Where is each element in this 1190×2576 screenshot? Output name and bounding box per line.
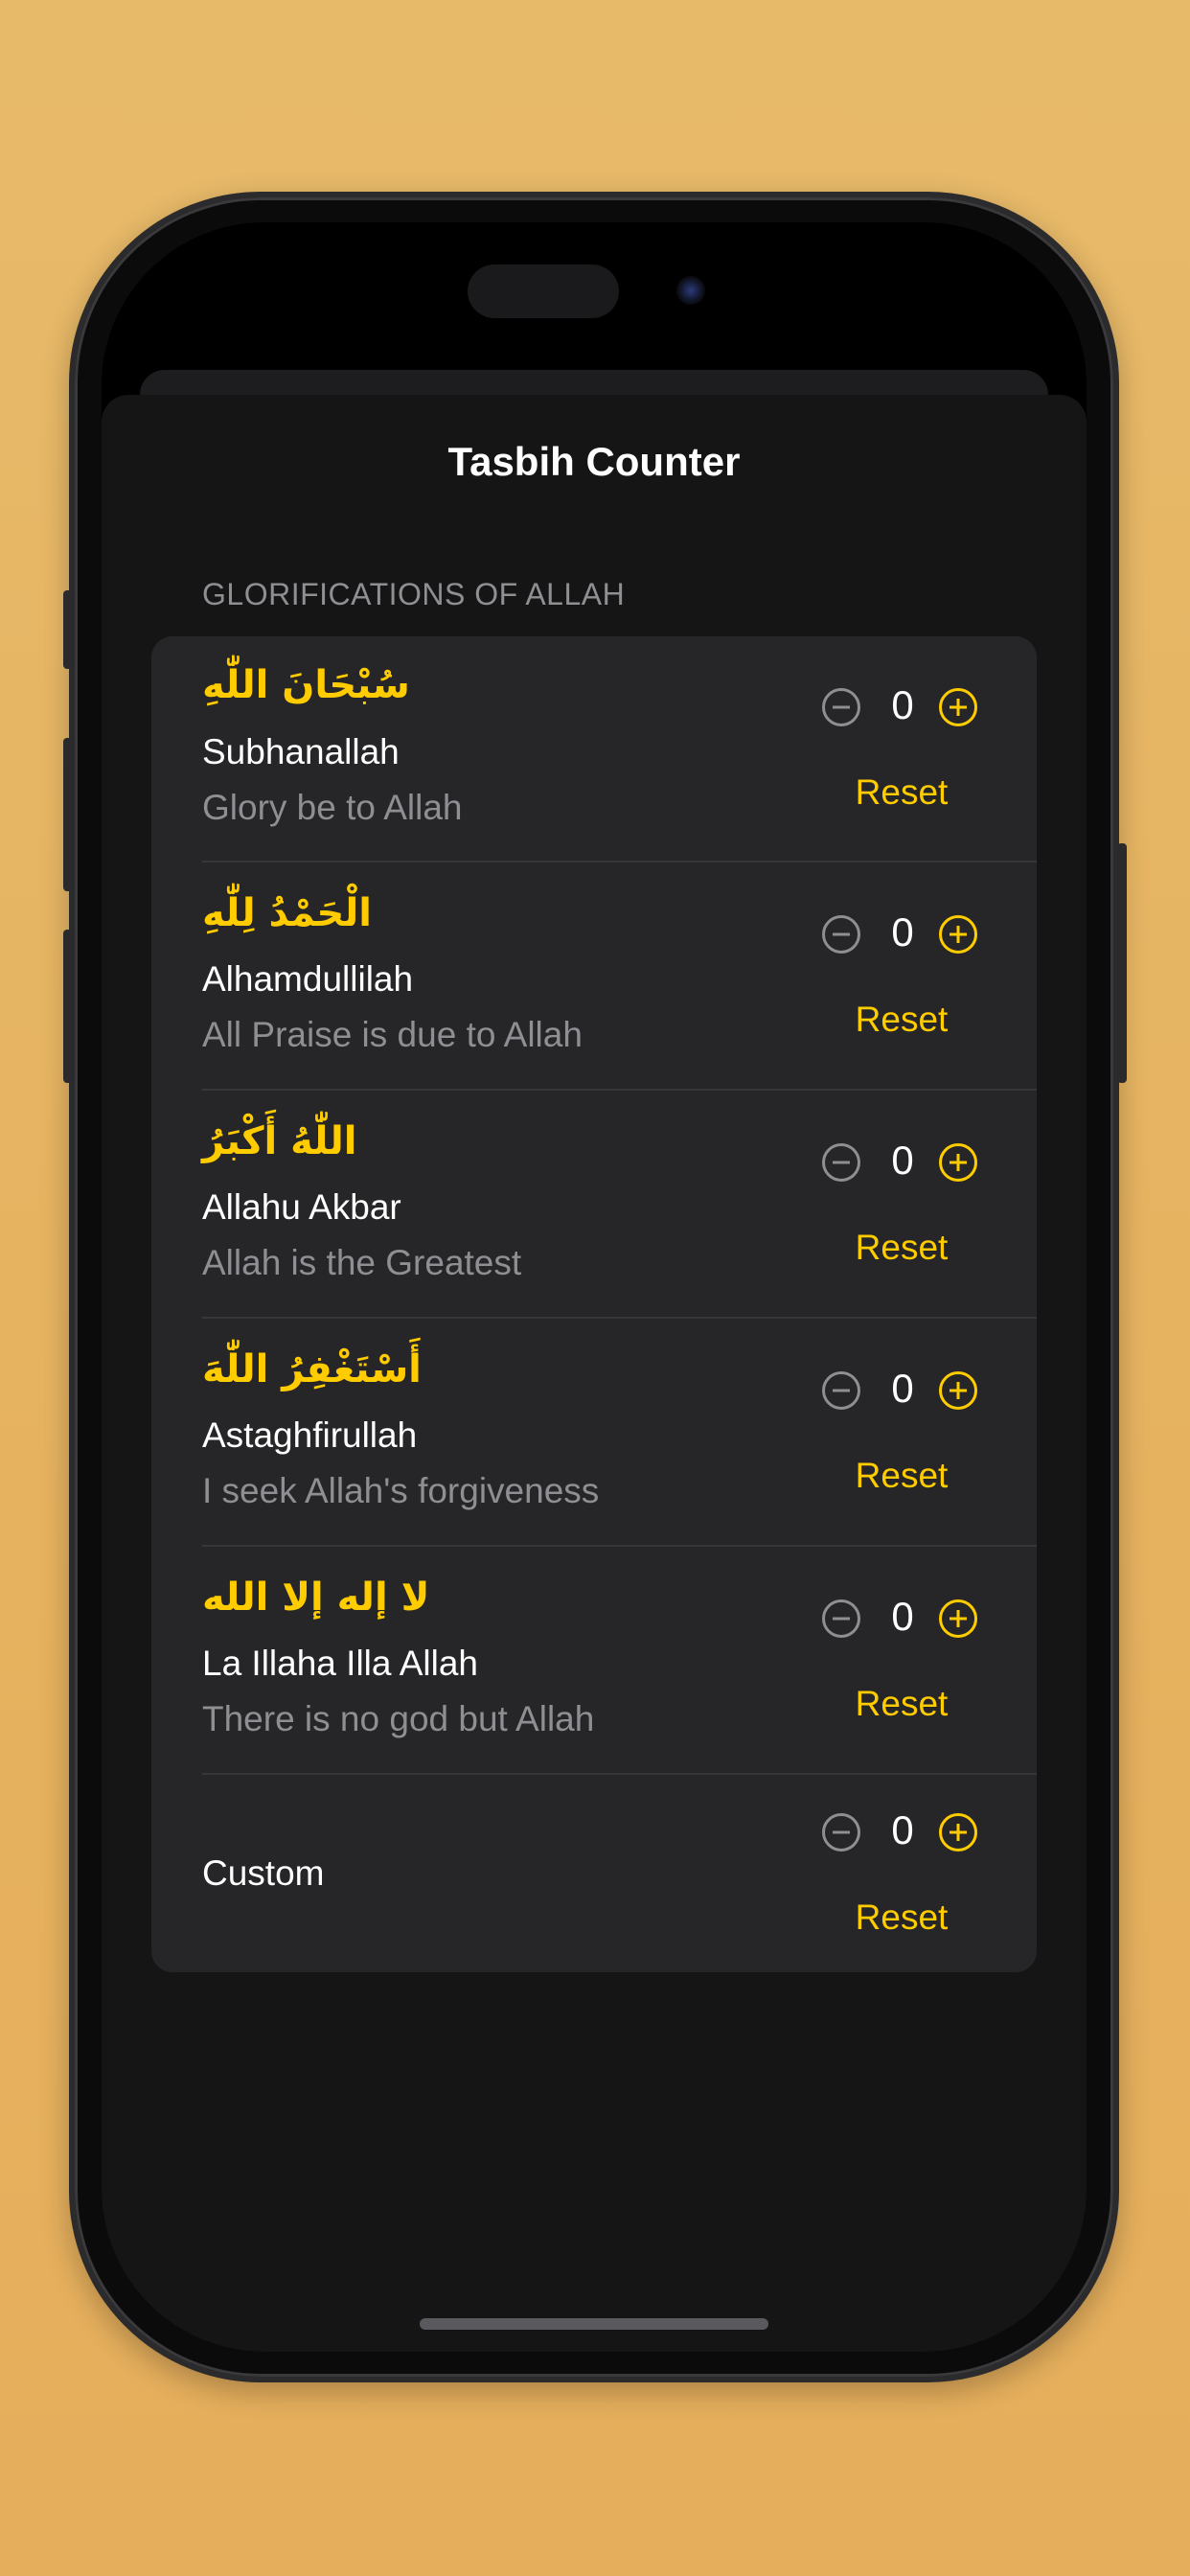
count-value: 0 [891, 1807, 914, 1852]
counter: 0 [822, 682, 995, 734]
counter: 0 [822, 1807, 995, 1859]
plus-circle-icon[interactable] [939, 1599, 977, 1638]
plus-circle-icon[interactable] [939, 688, 977, 726]
reset-button[interactable]: Reset [822, 1898, 981, 1938]
page-title: Tasbih Counter [447, 439, 741, 484]
dhikr-list: سُبْحَانَ اللّٰهِ Subhanallah Glory be t… [151, 636, 1037, 1972]
arabic-text: سُبْحَانَ اللّٰهِ [202, 663, 410, 707]
count-value: 0 [891, 909, 914, 954]
count-value: 0 [891, 682, 914, 727]
camera-icon [676, 276, 705, 305]
dhikr-name: Alhamdullilah [202, 959, 414, 999]
dynamic-island [468, 264, 619, 318]
counter: 0 [822, 1366, 995, 1417]
arabic-text: أَسْتَغْفِرُ اللّٰهَ [202, 1347, 422, 1392]
plus-circle-icon[interactable] [939, 915, 977, 954]
custom-item: Custom 0 Reset [151, 1775, 1037, 1972]
side-button-silent [63, 590, 73, 669]
side-button-volume-up [63, 738, 73, 891]
dhikr-meaning: Glory be to Allah [202, 788, 463, 827]
minus-circle-icon[interactable] [822, 915, 860, 954]
arabic-text: الْحَمْدُ لِلّٰهِ [202, 891, 373, 935]
screen: Tasbih Counter GLORIFICATIONS OF ALLAH س… [102, 222, 1087, 2352]
home-indicator[interactable] [420, 2318, 768, 2330]
counter: 0 [822, 1594, 995, 1645]
reset-button[interactable]: Reset [822, 1228, 981, 1268]
custom-label: Custom [202, 1853, 325, 1893]
section-header: GLORIFICATIONS OF ALLAH [202, 577, 626, 611]
dhikr-name: Subhanallah [202, 732, 400, 771]
minus-circle-icon[interactable] [822, 688, 860, 726]
list-item: أَسْتَغْفِرُ اللّٰهَ Astaghfirullah I se… [151, 1319, 1037, 1547]
dhikr-meaning: There is no god but Allah [202, 1699, 595, 1738]
arabic-text: اللّٰهُ أَكْبَرُ [202, 1119, 357, 1163]
dhikr-meaning: Allah is the Greatest [202, 1243, 522, 1282]
dhikr-name: La Illaha Illa Allah [202, 1644, 478, 1683]
dhikr-name: Astaghfirullah [202, 1415, 418, 1455]
minus-circle-icon[interactable] [822, 1813, 860, 1852]
counter: 0 [822, 1138, 995, 1189]
counter: 0 [822, 909, 995, 961]
modal-sheet: Tasbih Counter GLORIFICATIONS OF ALLAH س… [102, 395, 1087, 2352]
reset-button[interactable]: Reset [822, 1684, 981, 1724]
dhikr-meaning: All Praise is due to Allah [202, 1015, 583, 1054]
count-value: 0 [891, 1594, 914, 1639]
count-value: 0 [891, 1138, 914, 1183]
minus-circle-icon[interactable] [822, 1599, 860, 1638]
plus-circle-icon[interactable] [939, 1143, 977, 1182]
minus-circle-icon[interactable] [822, 1371, 860, 1410]
dhikr-meaning: I seek Allah's forgiveness [202, 1471, 600, 1510]
list-item: سُبْحَانَ اللّٰهِ Subhanallah Glory be t… [151, 636, 1037, 862]
plus-circle-icon[interactable] [939, 1813, 977, 1852]
list-item: الْحَمْدُ لِلّٰهِ Alhamdullilah All Prai… [151, 862, 1037, 1091]
dhikr-name: Allahu Akbar [202, 1187, 401, 1227]
plus-circle-icon[interactable] [939, 1371, 977, 1410]
arabic-text: لا إله إلا الله [202, 1576, 430, 1620]
side-button-power [1117, 843, 1127, 1083]
list-item: لا إله إلا الله La Illaha Illa Allah The… [151, 1547, 1037, 1775]
list-item: اللّٰهُ أَكْبَرُ Allahu Akbar Allah is t… [151, 1091, 1037, 1319]
count-value: 0 [891, 1366, 914, 1411]
reset-button[interactable]: Reset [822, 1456, 981, 1496]
minus-circle-icon[interactable] [822, 1143, 860, 1182]
reset-button[interactable]: Reset [822, 1000, 981, 1040]
side-button-volume-down [63, 930, 73, 1083]
reset-button[interactable]: Reset [822, 772, 981, 813]
